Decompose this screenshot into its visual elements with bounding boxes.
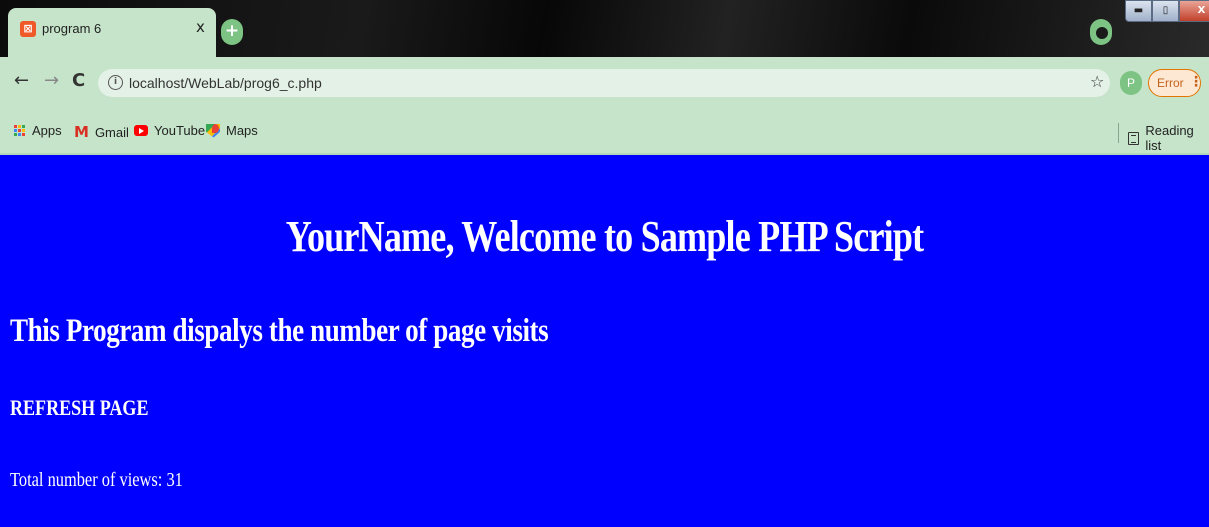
site-info-icon[interactable]: i — [108, 75, 123, 90]
profile-avatar[interactable]: P — [1120, 71, 1142, 95]
page-content: YourName, Welcome to Sample PHP Script T… — [0, 157, 1209, 527]
youtube-icon — [134, 125, 148, 136]
bookmark-apps[interactable]: Apps — [14, 123, 62, 138]
reading-list-button[interactable]: Reading list — [1128, 123, 1209, 153]
menu-kebab-icon: ⋮ — [1189, 74, 1203, 90]
window-controls: ▬ ▯ X — [1125, 0, 1209, 22]
reading-list-icon — [1128, 131, 1140, 145]
close-window-button[interactable]: X — [1179, 0, 1209, 22]
browser-toolbar: ← → C i localhost/WebLab/prog6_c.php ☆ P… — [0, 57, 1209, 109]
gmail-icon: M — [74, 123, 89, 141]
bookmarks-bar: Apps M Gmail YouTube Maps Reading list — [0, 109, 1209, 155]
bookmark-label: Apps — [32, 123, 62, 138]
bookmark-gmail[interactable]: M Gmail — [74, 123, 129, 141]
maps-icon — [206, 123, 220, 138]
extension-icon[interactable] — [1090, 19, 1112, 45]
url-text[interactable]: localhost/WebLab/prog6_c.php — [129, 75, 322, 91]
error-button[interactable]: Error ⋮ — [1148, 69, 1203, 97]
views-counter: Total number of views: 31 — [10, 469, 183, 491]
maximize-button[interactable]: ▯ — [1152, 0, 1179, 22]
bookmark-label: Maps — [226, 123, 258, 138]
page-heading: YourName, Welcome to Sample PHP Script — [285, 212, 924, 261]
title-bar: ⊠ program 6 x + ▬ ▯ X — [0, 0, 1209, 57]
reload-button[interactable]: C — [72, 70, 85, 91]
reading-list-label: Reading list — [1145, 123, 1194, 153]
bookmarks-divider — [1118, 123, 1119, 143]
forward-button[interactable]: → — [44, 70, 59, 91]
back-button[interactable]: ← — [14, 70, 29, 91]
bookmark-youtube[interactable]: YouTube — [134, 123, 205, 138]
error-label: Error — [1157, 76, 1184, 90]
browser-tab[interactable]: ⊠ program 6 x — [8, 8, 216, 57]
apps-grid-icon — [14, 124, 26, 137]
refresh-page-link[interactable]: REFRESH PAGE — [10, 395, 148, 421]
address-bar[interactable]: i localhost/WebLab/prog6_c.php — [98, 69, 1110, 97]
bookmark-maps[interactable]: Maps — [206, 123, 258, 138]
minimize-button[interactable]: ▬ — [1125, 0, 1152, 22]
xampp-favicon-icon: ⊠ — [20, 21, 36, 37]
bookmark-label: YouTube — [154, 123, 206, 138]
bookmark-label: Gmail — [94, 124, 129, 140]
tab-title: program 6 — [42, 21, 102, 36]
page-subheading: This Program dispalys the number of page… — [10, 313, 549, 349]
new-tab-button[interactable]: + — [221, 19, 243, 45]
tab-close-button[interactable]: x — [196, 18, 205, 36]
bookmark-star-icon[interactable]: ☆ — [1090, 72, 1104, 91]
